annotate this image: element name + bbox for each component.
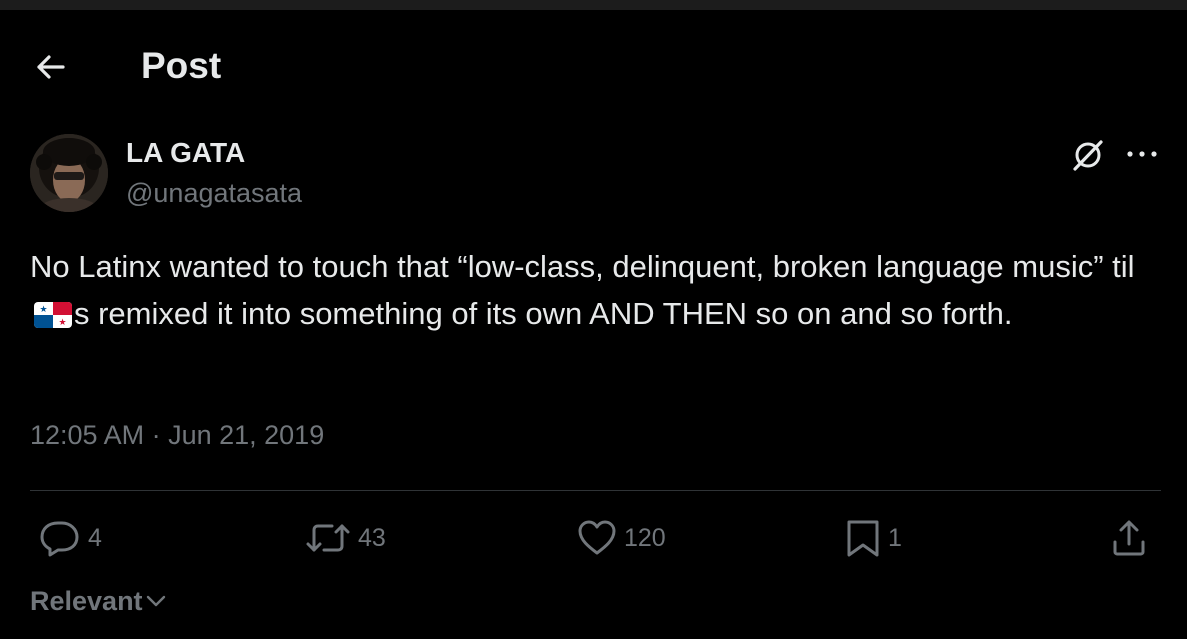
reply-button[interactable]: 4: [38, 516, 102, 560]
post-text-part2: s remixed it into something of its own A…: [74, 296, 1013, 331]
heart-icon: [578, 520, 616, 555]
avatar-image: [30, 134, 108, 212]
more-options-button[interactable]: [1120, 140, 1164, 168]
top-strip: [0, 0, 1187, 10]
arrow-left-icon: [37, 55, 65, 79]
grok-icon: [1073, 140, 1103, 171]
panama-flag-emoji: ★ ★: [34, 294, 72, 341]
svg-text:★: ★: [58, 318, 66, 328]
like-button[interactable]: 120: [576, 516, 666, 560]
back-button[interactable]: [30, 50, 70, 84]
post-text: No Latinx wanted to touch that “low-clas…: [30, 243, 1165, 341]
page-title: Post: [141, 45, 222, 86]
share-icon: [1113, 520, 1145, 556]
sort-label: Relevant: [30, 585, 143, 616]
post-text-part1: No Latinx wanted to touch that “low-clas…: [30, 249, 1135, 284]
repost-count: 43: [358, 523, 386, 552]
more-dots-icon: [1127, 151, 1157, 157]
sort-relevant-button[interactable]: Relevant: [30, 584, 167, 618]
author-handle[interactable]: @unagatasata: [126, 176, 302, 210]
bookmark-count: 1: [888, 523, 902, 552]
divider: [30, 490, 1161, 491]
like-count: 120: [624, 523, 666, 552]
post-timestamp[interactable]: 12:05 AM · Jun 21, 2019: [30, 418, 324, 452]
svg-text:★: ★: [39, 305, 47, 315]
repost-button[interactable]: 43: [304, 516, 386, 560]
repost-icon: [306, 524, 350, 552]
avatar[interactable]: [30, 134, 108, 212]
bookmark-button[interactable]: 1: [844, 516, 902, 560]
author-display-name[interactable]: LA GATA: [126, 136, 245, 170]
grok-button[interactable]: [1068, 137, 1108, 173]
reply-icon: [40, 521, 79, 557]
chevron-down-icon: [146, 595, 165, 607]
bookmark-icon: [847, 520, 879, 557]
share-button[interactable]: [1110, 516, 1148, 560]
reply-count: 4: [88, 523, 102, 552]
